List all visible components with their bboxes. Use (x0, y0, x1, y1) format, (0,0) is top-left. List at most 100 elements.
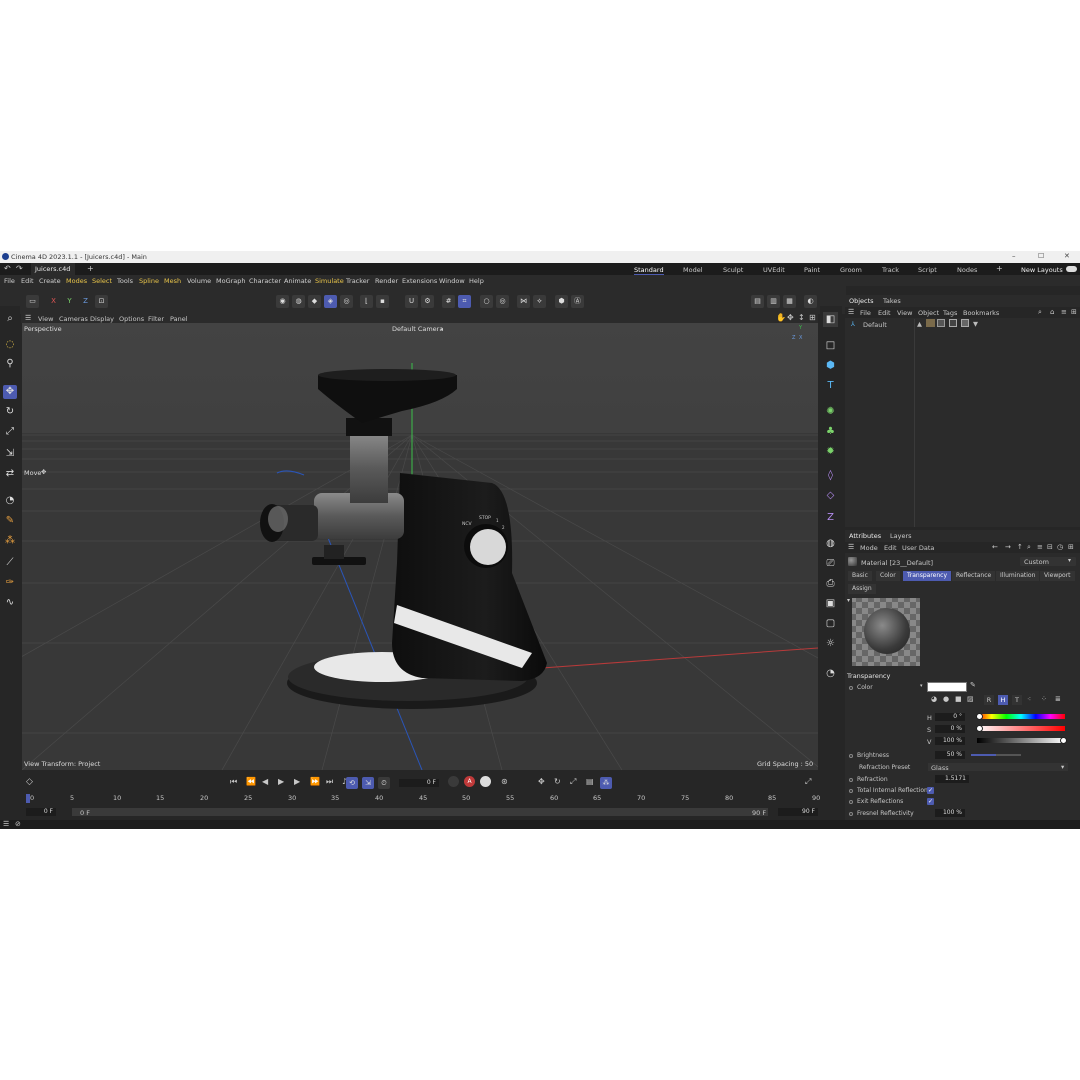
auto-icon[interactable]: Ⓐ (571, 295, 584, 308)
saturation-slider[interactable] (977, 726, 1065, 731)
attributes-menu-mode[interactable]: Mode (860, 544, 878, 552)
render-settings-icon[interactable]: ▦ (783, 295, 796, 308)
tab-attributes[interactable]: Attributes (849, 532, 881, 540)
render-camera-icon[interactable]: ⎙ (823, 576, 838, 591)
menu-edit[interactable]: Edit (21, 277, 34, 285)
refraction-field[interactable]: 1.5171 (935, 775, 969, 783)
menu-volume[interactable]: Volume (187, 277, 211, 285)
animate-dot[interactable] (849, 753, 853, 758)
viewport-menu-view[interactable]: View (38, 315, 53, 323)
animate-dot[interactable] (849, 777, 853, 782)
swatch-mode-icon[interactable]: ■ (955, 695, 962, 703)
brush-icon[interactable]: ⟋ (3, 556, 17, 570)
search-icon[interactable]: ⌕ (1027, 543, 1031, 552)
tir-checkbox[interactable]: ✓ (927, 787, 934, 794)
new-window-icon[interactable]: ⊞ (1071, 308, 1077, 316)
start-frame-field[interactable]: 0 F (26, 808, 56, 816)
status-check-icon[interactable]: ⊘ (15, 820, 21, 828)
tab-illumination[interactable]: Illumination (996, 571, 1040, 581)
square-icon[interactable]: □ (823, 338, 838, 353)
viewport-solo-icon[interactable]: ▭ (26, 295, 39, 308)
kelvin-mode-button[interactable]: T (1012, 695, 1022, 705)
visibility-icon[interactable]: ▲ (917, 320, 922, 328)
tab-assign[interactable]: Assign (848, 584, 876, 594)
menu-create[interactable]: Create (39, 277, 61, 285)
menu-character[interactable]: Character (249, 277, 281, 285)
fps-icon[interactable]: ⏲ (378, 777, 390, 789)
hue-slider[interactable] (977, 714, 1065, 719)
status-menu-icon[interactable]: ☰ (3, 820, 9, 828)
maximize-button[interactable]: ☐ (1038, 252, 1044, 260)
edges-mode-icon[interactable]: ◍ (292, 295, 305, 308)
menu-tracker[interactable]: Tracker (346, 277, 369, 285)
camera-icon[interactable]: ⎚ (823, 556, 838, 571)
stereo-camera-icon[interactable]: ▢ (823, 616, 838, 631)
camera-link-icon[interactable]: ∘ (440, 325, 444, 333)
animate-dot[interactable] (849, 788, 853, 793)
move-tool-icon[interactable]: ✥ (3, 385, 17, 399)
menu-mograph[interactable]: MoGraph (216, 277, 246, 285)
range-bar[interactable]: 0 F 90 F (72, 808, 768, 817)
redshift-icon[interactable]: ◐ (804, 295, 817, 308)
layout-toggle[interactable] (1066, 266, 1077, 272)
workplane-icon[interactable]: ⌊ (360, 295, 373, 308)
layout-groom[interactable]: Groom (840, 266, 862, 274)
autokey-icon[interactable]: A (464, 776, 475, 787)
search-icon[interactable]: ⌕ (1038, 308, 1042, 317)
animate-dot[interactable] (849, 799, 853, 804)
paint-icon[interactable]: ⁂ (3, 534, 17, 548)
layout-sculpt[interactable]: Sculpt (723, 266, 743, 274)
color-wheel-icon[interactable]: ◕ (931, 695, 937, 703)
collapse-arrow-icon[interactable]: ▾ (847, 597, 850, 604)
points-mode-icon[interactable]: ◉ (276, 295, 289, 308)
quantize-icon[interactable]: ⌗ (458, 295, 471, 308)
grid-icon[interactable]: # (442, 295, 455, 308)
cloner-icon[interactable]: ♣ (823, 424, 838, 439)
layout-track[interactable]: Track (882, 266, 899, 274)
play-icon[interactable]: ▶ (278, 777, 284, 786)
attributes-menu-user-data[interactable]: User Data (902, 544, 934, 552)
lock-icon[interactable]: ⊟ (1047, 543, 1053, 551)
tab-objects[interactable]: Objects (849, 297, 874, 305)
scale-key-icon[interactable]: ⤢ (570, 777, 576, 787)
objects-menu-edit[interactable]: Edit (878, 309, 891, 317)
texture-mode-icon[interactable]: ◎ (340, 295, 353, 308)
exit-reflections-checkbox[interactable]: ✓ (927, 798, 934, 805)
document-tab[interactable]: Juicers.c4d (31, 263, 75, 275)
viewport-menu-cameras[interactable]: Cameras (59, 315, 88, 323)
up-arrow-icon[interactable]: ↑ (1017, 543, 1023, 551)
effector-icon[interactable]: ✹ (823, 444, 838, 459)
param-key-icon[interactable]: ▤ (586, 777, 594, 786)
objects-menu-icon[interactable]: ☰ (848, 308, 854, 316)
objects-menu-tags[interactable]: Tags (943, 309, 957, 317)
current-frame-field[interactable]: 0 F (399, 779, 439, 787)
animate-dot[interactable] (849, 685, 853, 690)
snap-settings-icon[interactable]: ⚙ (421, 295, 434, 308)
go-to-end-icon[interactable]: ⏭ (326, 777, 333, 787)
deformer-icon[interactable]: ◊ (823, 468, 838, 483)
tab-reflectance[interactable]: Reflectance (952, 571, 996, 581)
knife-icon[interactable]: ✎ (3, 514, 17, 528)
layout-paint[interactable]: Paint (804, 266, 820, 274)
filter-icon[interactable]: ≡ (1061, 308, 1067, 316)
add-layout-button[interactable]: + (996, 264, 1003, 273)
deformer-icon[interactable]: ⋈ (517, 295, 530, 308)
render-view-icon[interactable]: ▤ (751, 295, 764, 308)
render-picture-viewer-icon[interactable]: ▥ (767, 295, 780, 308)
spline-icon[interactable]: Z (823, 510, 838, 525)
value-slider[interactable] (977, 738, 1065, 743)
layout-model[interactable]: Model (683, 266, 703, 274)
s-field[interactable]: 0 % (935, 725, 965, 733)
placement-tool-icon[interactable]: ⇄ (3, 467, 17, 481)
value-handle[interactable] (1060, 737, 1067, 744)
end-frame-field[interactable]: 90 F (778, 808, 818, 816)
field-icon[interactable]: ◇ (823, 488, 838, 503)
refraction-preset-dropdown[interactable]: Glass ▾ (928, 763, 1068, 772)
keyframe-mode-icon[interactable]: ◇ (26, 777, 33, 787)
viewport-menu-filter[interactable]: Filter (148, 315, 164, 323)
new-window-icon[interactable]: ⊞ (1068, 543, 1074, 551)
tab-layers[interactable]: Layers (890, 532, 912, 540)
video-camera-icon[interactable]: ▣ (823, 596, 838, 611)
3d-viewport[interactable]: NCV STOP 1 2 Perspective Default Camera … (22, 323, 818, 770)
axis-x-toggle[interactable]: X (47, 295, 60, 308)
